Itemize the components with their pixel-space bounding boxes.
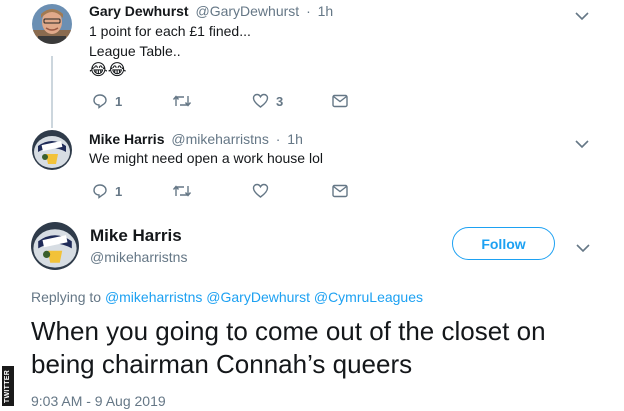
reply-button[interactable]: 1 (92, 93, 122, 109)
tweet-header: Mike Harris @mikeharristns · 1h (89, 131, 303, 148)
tweet-header: Gary Dewhurst @GaryDewhurst · 1h (89, 3, 333, 20)
separator: · (275, 131, 281, 147)
message-icon (332, 184, 348, 198)
avatar[interactable] (32, 130, 72, 170)
chevron-down-icon[interactable] (576, 240, 590, 253)
replying-prefix: Replying to (31, 289, 102, 305)
tweet-time[interactable]: 1h (287, 131, 303, 147)
mention-link[interactable]: @mikeharristns (105, 289, 202, 305)
mention-link[interactable]: @CymruLeagues (314, 289, 423, 305)
like-button[interactable]: 3 (252, 93, 283, 109)
avatar[interactable] (31, 222, 79, 270)
reply-icon (93, 94, 107, 109)
tweet-text: 1 point for each £1 fined... League Tabl… (89, 21, 251, 81)
retweet-button[interactable] (172, 93, 199, 109)
chevron-down-icon[interactable] (575, 8, 589, 21)
tweet-text: We might need open a work house lol (89, 150, 323, 166)
message-button[interactable] (332, 184, 348, 198)
separator: · (306, 3, 311, 19)
avatar[interactable] (32, 4, 72, 44)
author-name[interactable]: Mike Harris (89, 131, 164, 147)
tweet-time[interactable]: 1h (318, 3, 334, 19)
reply-count: 1 (115, 93, 123, 109)
mention-link[interactable]: @GaryDewhurst (206, 289, 310, 305)
like-count: 3 (276, 93, 284, 109)
watermark-text: TWITTER (4, 369, 12, 403)
twitter-watermark: TWITTER (2, 366, 14, 406)
retweet-icon (172, 95, 192, 107)
author-handle[interactable]: @mikeharristns (90, 249, 187, 266)
like-icon (252, 93, 269, 108)
tweet-timestamp[interactable]: 9:03 AM - 9 Aug 2019 (31, 393, 166, 409)
message-icon (332, 94, 348, 108)
chevron-down-icon[interactable] (575, 136, 589, 149)
tweet-line: 1 point for each £1 fined... (89, 23, 251, 39)
tweet-line: League Table.. (89, 43, 181, 59)
reply-button[interactable]: 1 (92, 183, 122, 199)
emoji: 😂😂 (89, 62, 127, 79)
author-name[interactable]: Mike Harris (90, 226, 182, 246)
like-icon (252, 183, 269, 198)
author-handle[interactable]: @GaryDewhurst (195, 3, 299, 19)
retweet-icon (172, 185, 192, 197)
replying-to: Replying to @mikeharristns @GaryDewhurst… (31, 289, 423, 306)
main-tweet-text: When you going to come out of the closet… (31, 316, 546, 379)
like-button[interactable] (252, 183, 276, 199)
author-handle[interactable]: @mikeharristns (171, 131, 268, 147)
retweet-button[interactable] (172, 183, 199, 199)
message-button[interactable] (332, 94, 348, 108)
author-name[interactable]: Gary Dewhurst (89, 3, 189, 19)
reply-icon (93, 184, 107, 199)
follow-button[interactable]: Follow (452, 227, 555, 260)
thread-connector-line (51, 56, 53, 128)
reply-count: 1 (115, 183, 123, 199)
